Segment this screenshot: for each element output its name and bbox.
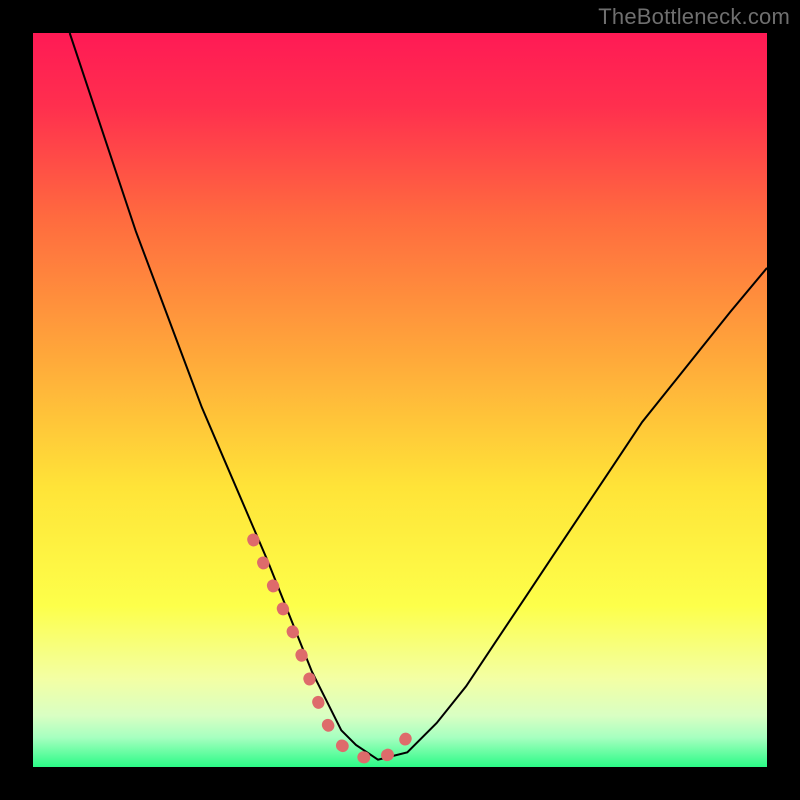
chart-frame: TheBottleneck.com xyxy=(0,0,800,800)
chart-svg xyxy=(33,33,767,767)
gradient-bg xyxy=(33,33,767,767)
plot-area xyxy=(33,33,767,767)
watermark-text: TheBottleneck.com xyxy=(598,4,790,30)
